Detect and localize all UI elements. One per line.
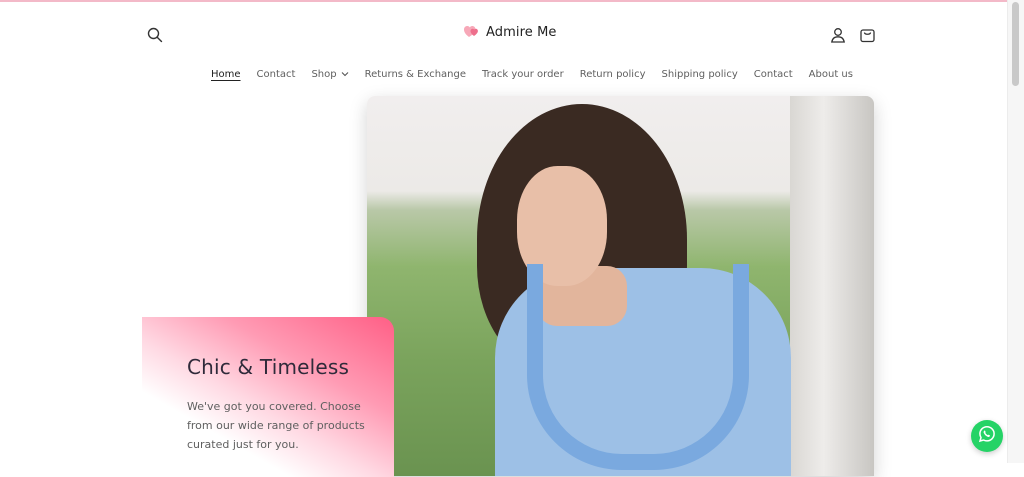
- search-icon[interactable]: [144, 24, 166, 46]
- main-navigation: Home Contact Shop Returns & Exchange Tra…: [211, 69, 853, 80]
- account-icon[interactable]: [827, 24, 849, 46]
- hero-promo-card: Chic & Timeless We've got you covered. C…: [142, 317, 394, 477]
- hero-title: Chic & Timeless: [187, 355, 350, 379]
- nav-item-shop[interactable]: Shop: [311, 69, 348, 80]
- nav-item-returns-exchange[interactable]: Returns & Exchange: [365, 69, 466, 80]
- hero-image-pillar: [790, 96, 874, 476]
- cart-icon[interactable]: [856, 23, 878, 45]
- nav-item-shipping-policy[interactable]: Shipping policy: [662, 69, 738, 80]
- nav-item-contact-2[interactable]: Contact: [754, 69, 793, 80]
- nav-item-contact[interactable]: Contact: [257, 69, 296, 80]
- scrollbar-thumb[interactable]: [1012, 2, 1019, 86]
- hero-image: [367, 96, 874, 476]
- hero-description: We've got you covered. Choose from our w…: [187, 400, 365, 451]
- top-accent-line: [0, 0, 1024, 2]
- brand-name: Admire Me: [486, 25, 557, 40]
- hero-image-ruffle: [527, 264, 749, 470]
- page-scrollbar[interactable]: [1007, 0, 1024, 463]
- nav-item-return-policy[interactable]: Return policy: [580, 69, 646, 80]
- whatsapp-chat-button[interactable]: [971, 420, 1003, 452]
- whatsapp-icon: [978, 425, 996, 447]
- hearts-icon: [464, 23, 480, 42]
- brand-logo[interactable]: Admire Me: [464, 23, 557, 42]
- nav-item-shop-label: Shop: [311, 69, 337, 80]
- chevron-down-icon: [341, 69, 349, 80]
- nav-item-home[interactable]: Home: [211, 69, 241, 80]
- nav-item-track-order[interactable]: Track your order: [482, 69, 564, 80]
- nav-item-about-us[interactable]: About us: [809, 69, 853, 80]
